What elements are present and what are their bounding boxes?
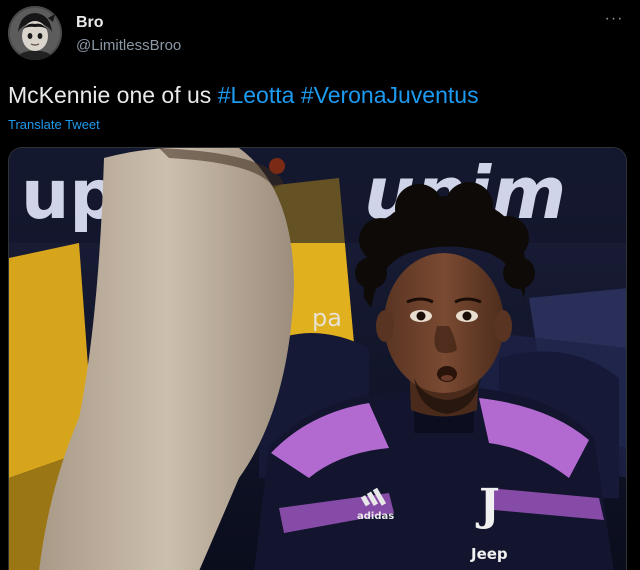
shirt-brand-text: adidas (357, 511, 394, 522)
author-handle[interactable]: @LimitlessBroo (76, 37, 181, 54)
cartoon-avatar-icon (8, 6, 62, 60)
author-name[interactable]: Bro (76, 14, 104, 32)
tweet-header: Bro @LimitlessBroo ··· (8, 6, 632, 62)
more-horizontal-icon[interactable]: ··· (602, 11, 626, 32)
media-photo: up unim pa adidas J Jeep (9, 148, 626, 570)
hashtag-verona-juventus[interactable]: #VeronaJuventus (301, 82, 479, 108)
tweet: Bro @LimitlessBroo ··· McKennie one of u… (0, 0, 640, 570)
board-text: pa (312, 304, 342, 332)
hashtag-leotta[interactable]: #Leotta (218, 82, 295, 108)
juventus-crest-icon: J (475, 480, 500, 531)
shirt-sponsor-text: Jeep (470, 545, 508, 563)
tweet-text-prefix: McKennie one of us (8, 82, 212, 108)
tweet-text: McKennie one of us #Leotta #VeronaJuvent… (8, 80, 628, 110)
avatar[interactable] (8, 6, 62, 60)
translate-tweet-link[interactable]: Translate Tweet (8, 117, 100, 132)
tweet-media-image[interactable]: up unim pa adidas J Jeep (8, 147, 627, 570)
